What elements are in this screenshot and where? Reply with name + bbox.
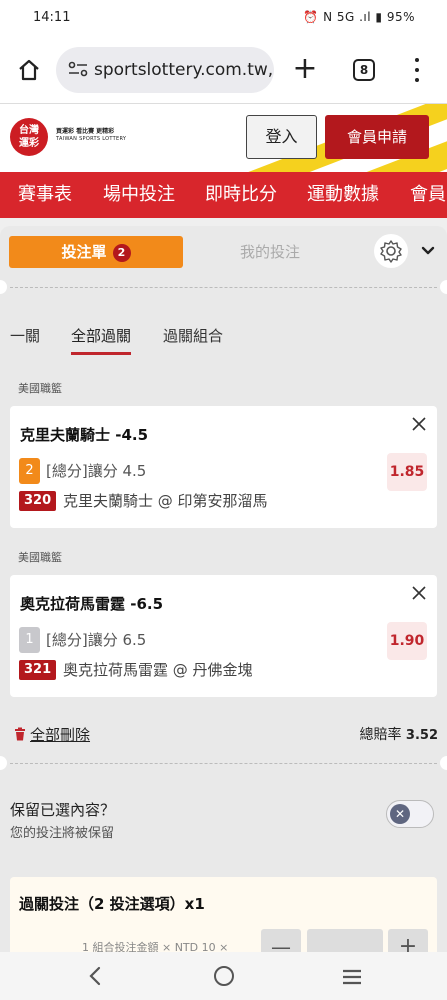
bet-selection-title: 奧克拉荷馬雷霆 -6.5 — [20, 595, 164, 613]
parlay-title: 過關投注（2 投注選項）x1 — [19, 895, 205, 913]
game-code-badge: 321 — [19, 660, 57, 680]
league-label: 美國職籃 — [18, 551, 62, 564]
divider-notch — [440, 756, 447, 770]
url-bar[interactable]: sportslottery.com.tw, — [56, 47, 274, 93]
total-odds: 總賠率 3.52 — [359, 724, 438, 744]
nav-item-live-score[interactable]: 即時比分 — [205, 172, 277, 218]
game-code-badge: 320 — [19, 491, 57, 511]
site-header: 台灣 運彩 買運彩 看比賽 更精彩 TAIWAN SPORTS LOTTERY 登… — [0, 104, 447, 172]
system-navigation-bar — [0, 952, 447, 1000]
register-button[interactable]: 會員申請 — [325, 115, 429, 159]
bet-market: [總分]讓分 6.5 — [46, 631, 147, 649]
main-nav: 賽事表 場中投注 即時比分 運動數據 會員 — [0, 172, 447, 218]
close-icon[interactable] — [411, 585, 427, 601]
plus-icon[interactable]: + — [292, 52, 318, 86]
tab-my-bets[interactable]: 我的投注 — [240, 236, 300, 268]
bet-odds: 1.85 — [387, 453, 427, 491]
divider-notch — [0, 756, 7, 770]
nav-item-schedule[interactable]: 賽事表 — [18, 172, 72, 218]
subtab-single[interactable]: 一關 — [10, 324, 40, 348]
keep-selection-toggle[interactable]: ✕ — [386, 800, 434, 828]
tab-bet-slip-label: 投注單 — [61, 243, 107, 261]
bet-market: [總分]讓分 4.5 — [46, 462, 147, 480]
tab-bet-slip[interactable]: 投注單 2 — [9, 236, 183, 268]
back-icon[interactable] — [88, 966, 102, 986]
gear-icon — [380, 240, 402, 263]
bet-odds: 1.90 — [387, 622, 427, 660]
home-icon[interactable] — [17, 58, 41, 82]
site-slogan-en: TAIWAN SPORTS LOTTERY — [56, 136, 127, 142]
tabs-icon[interactable]: 8 — [353, 59, 375, 81]
close-icon[interactable] — [411, 416, 427, 432]
home-circle-icon[interactable] — [214, 966, 234, 986]
bet-count-badge: 2 — [112, 244, 131, 262]
divider-notch — [0, 280, 7, 294]
bet-card: 克里夫蘭騎士 -4.5 2 [總分]讓分 4.5 320 克里夫蘭騎士 @ 印第… — [10, 406, 437, 528]
match-teams: 奧克拉荷馬雷霆 @ 丹佛金塊 — [63, 661, 253, 679]
subtab-all-parlay[interactable]: 全部過關 — [71, 324, 132, 355]
settings-button[interactable] — [374, 234, 408, 268]
subtab-parlay-combo[interactable]: 過關組合 — [163, 324, 223, 348]
recents-icon[interactable] — [342, 969, 362, 985]
total-odds-value: 3.52 — [405, 728, 438, 743]
delete-all-label: 全部刪除 — [30, 726, 91, 744]
status-time: 14:11 — [33, 10, 71, 25]
toggle-off-icon: ✕ — [390, 804, 410, 824]
delete-all-button[interactable]: 全部刪除 — [14, 724, 90, 745]
kebab-icon[interactable] — [413, 56, 421, 84]
nav-item-member[interactable]: 會員 — [410, 172, 446, 218]
keep-selection-subtitle: 您的投注將被保留 — [10, 826, 115, 841]
bet-card: 奧克拉荷馬雷霆 -6.5 1 [總分]讓分 6.5 321 奧克拉荷馬雷霆 @ … — [10, 575, 437, 697]
chevron-down-icon[interactable] — [421, 244, 435, 258]
bet-selection-title: 克里夫蘭騎士 -4.5 — [20, 426, 149, 444]
tune-icon[interactable] — [68, 61, 88, 77]
divider — [10, 287, 437, 288]
bet-number-badge: 1 — [19, 627, 40, 653]
status-indicators: ⏰ N 5G .ıl ▮ 95% — [303, 10, 415, 24]
browser-toolbar: sportslottery.com.tw, + 8 — [0, 38, 447, 104]
divider-notch — [440, 280, 447, 294]
nav-item-sports-data[interactable]: 運動數據 — [307, 172, 379, 218]
trash-icon — [15, 727, 25, 741]
keep-selection-title: 保留已選內容？ — [10, 801, 116, 819]
parlay-bet-card: 過關投注（2 投注選項）x1 1 組合投注金額 × NTD 10 × — + — [10, 877, 437, 957]
nav-item-live-betting[interactable]: 場中投注 — [103, 172, 175, 218]
status-bar: 14:11 ⏰ N 5G .ıl ▮ 95% — [0, 0, 447, 38]
site-slogan: 買運彩 看比賽 更精彩 — [56, 128, 115, 135]
login-button[interactable]: 登入 — [246, 115, 317, 159]
total-odds-label: 總賠率 — [359, 727, 402, 743]
site-logo[interactable]: 台灣 運彩 — [10, 118, 48, 156]
bet-slip-panel: 投注單 2 我的投注 一關 全部過關 過關組合 美國職籃 克里夫蘭騎士 -4.5 … — [0, 226, 447, 957]
match-teams: 克里夫蘭騎士 @ 印第安那溜馬 — [63, 492, 268, 510]
league-label: 美國職籃 — [18, 382, 62, 395]
divider — [10, 763, 437, 764]
bet-number-badge: 2 — [19, 458, 40, 484]
url-text: sportslottery.com.tw, — [94, 60, 274, 80]
